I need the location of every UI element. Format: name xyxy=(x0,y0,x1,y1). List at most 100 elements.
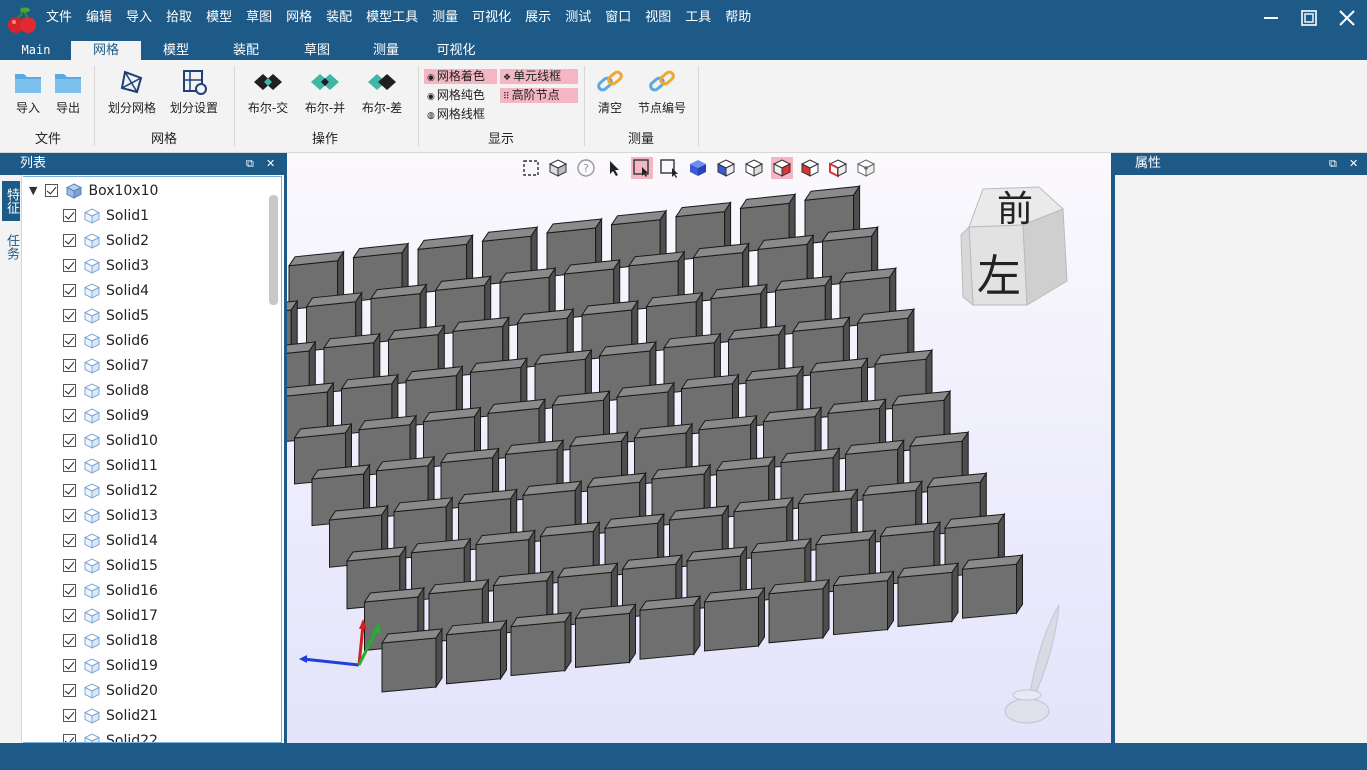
tree-item[interactable]: Solid10 xyxy=(63,428,158,453)
tab-main[interactable]: Main xyxy=(8,41,64,60)
node-number-button[interactable]: 节点编号 xyxy=(636,68,688,116)
view-cube-front[interactable]: 前 xyxy=(997,189,1033,230)
view-orientation-icon[interactable] xyxy=(547,157,569,179)
checkbox[interactable] xyxy=(63,234,76,247)
checkbox[interactable] xyxy=(63,434,76,447)
tree-item[interactable]: Solid5 xyxy=(63,303,149,328)
checkbox[interactable] xyxy=(63,509,76,522)
shaded-edges-icon[interactable] xyxy=(715,157,737,179)
close-panel-icon[interactable]: ✕ xyxy=(266,153,275,175)
menu-view[interactable]: 视图 xyxy=(645,6,671,25)
checkbox[interactable] xyxy=(63,384,76,397)
tree-item[interactable]: Solid12 xyxy=(63,478,158,503)
help-icon[interactable]: ? xyxy=(575,157,597,179)
tree-item[interactable]: Solid13 xyxy=(63,503,158,528)
tab-measure[interactable]: 测量 xyxy=(356,41,416,60)
close-panel-icon[interactable]: ✕ xyxy=(1349,153,1358,175)
mesh-shaded-option[interactable]: ◉ 网格着色 xyxy=(424,69,497,84)
shaded-view-icon[interactable] xyxy=(687,157,709,179)
tree-item[interactable]: Solid16 xyxy=(63,578,158,603)
tree-item[interactable]: Solid8 xyxy=(63,378,149,403)
close-icon[interactable] xyxy=(1335,6,1359,30)
select-vertex-icon[interactable] xyxy=(855,157,877,179)
checkbox[interactable] xyxy=(63,534,76,547)
menu-assembly[interactable]: 装配 xyxy=(326,6,352,25)
select-box-icon[interactable] xyxy=(631,157,653,179)
checkbox[interactable] xyxy=(63,634,76,647)
high-order-node-option[interactable]: ⠿ 高阶节点 xyxy=(500,88,578,103)
checkbox[interactable] xyxy=(63,409,76,422)
tab-sketch[interactable]: 草图 xyxy=(287,41,347,60)
checkbox[interactable] xyxy=(63,609,76,622)
bool-intersect-button[interactable]: 布尔-交 xyxy=(244,68,292,116)
checkbox[interactable] xyxy=(63,684,76,697)
tree-root[interactable]: ▼ Box10x10 xyxy=(29,178,158,203)
tab-model[interactable]: 模型 xyxy=(146,41,206,60)
menu-model-tools[interactable]: 模型工具 xyxy=(366,6,418,25)
export-button[interactable]: 导出 xyxy=(52,68,84,116)
bool-union-button[interactable]: 布尔-并 xyxy=(301,68,349,116)
import-button[interactable]: 导入 xyxy=(12,68,44,116)
divide-mesh-button[interactable]: 划分网格 xyxy=(106,68,158,116)
checkbox[interactable] xyxy=(63,709,76,722)
view-cube-left[interactable]: 左 xyxy=(977,251,1021,302)
tree-item[interactable]: Solid4 xyxy=(63,278,149,303)
mesh-solid[interactable] xyxy=(639,594,701,660)
tree-scrollbar[interactable] xyxy=(269,195,278,305)
mesh-wireframe-option[interactable]: ◍ 网格线框 xyxy=(424,107,497,122)
wireframe-view-icon[interactable] xyxy=(743,157,765,179)
tree-item[interactable]: Solid3 xyxy=(63,253,149,278)
tree-item[interactable]: Solid17 xyxy=(63,603,158,628)
bool-diff-button[interactable]: 布尔-差 xyxy=(358,68,406,116)
checkbox[interactable] xyxy=(63,334,76,347)
tree-item[interactable]: Solid18 xyxy=(63,628,158,653)
menu-file[interactable]: 文件 xyxy=(46,6,72,25)
menu-import[interactable]: 导入 xyxy=(126,6,152,25)
menu-model[interactable]: 模型 xyxy=(206,6,232,25)
menu-help[interactable]: 帮助 xyxy=(725,6,751,25)
pointer-icon[interactable] xyxy=(603,157,625,179)
checkbox[interactable] xyxy=(63,734,76,742)
side-tab-tasks[interactable]: 任务 xyxy=(2,227,20,267)
mesh-settings-button[interactable]: 划分设置 xyxy=(168,68,220,116)
mesh-solid[interactable] xyxy=(897,561,959,627)
mesh-solid[interactable] xyxy=(574,602,637,668)
checkbox[interactable] xyxy=(63,209,76,222)
tree-item[interactable]: Solid21 xyxy=(63,703,158,728)
view-cube[interactable]: 前 左 xyxy=(953,181,1079,311)
mesh-solid[interactable] xyxy=(832,569,895,636)
menu-measure[interactable]: 测量 xyxy=(432,6,458,25)
menu-test[interactable]: 测试 xyxy=(565,6,591,25)
hidden-line-icon[interactable] xyxy=(771,157,793,179)
checkbox[interactable] xyxy=(63,459,76,472)
tree-item[interactable]: Solid22 xyxy=(63,728,158,742)
menu-pick[interactable]: 拾取 xyxy=(166,6,192,25)
checkbox[interactable] xyxy=(63,309,76,322)
tree-item[interactable]: Solid19 xyxy=(63,653,158,678)
menu-window[interactable]: 窗口 xyxy=(605,6,631,25)
tab-visualize[interactable]: 可视化 xyxy=(424,41,488,60)
tab-assembly[interactable]: 装配 xyxy=(216,41,276,60)
tree-item[interactable]: Solid20 xyxy=(63,678,158,703)
checkbox[interactable] xyxy=(63,484,76,497)
mesh-solid[interactable] xyxy=(381,627,443,693)
tree-item[interactable]: Solid15 xyxy=(63,553,158,578)
checkbox[interactable] xyxy=(63,559,76,572)
menu-mesh[interactable]: 网格 xyxy=(286,6,312,25)
3d-viewport[interactable]: ? 前 左 xyxy=(287,153,1111,743)
float-panel-icon[interactable]: ⧉ xyxy=(1329,153,1337,175)
menu-edit[interactable]: 编辑 xyxy=(86,6,112,25)
tree-item[interactable]: Solid7 xyxy=(63,353,149,378)
maximize-icon[interactable] xyxy=(1297,6,1321,30)
clear-button[interactable]: 清空 xyxy=(594,68,626,116)
side-tab-features[interactable]: 特征 xyxy=(2,181,20,221)
select-face-icon[interactable] xyxy=(799,157,821,179)
float-panel-icon[interactable]: ⧉ xyxy=(246,153,254,175)
mesh-solid[interactable] xyxy=(703,586,766,652)
tree-item[interactable]: Solid2 xyxy=(63,228,149,253)
fit-view-icon[interactable] xyxy=(520,157,542,179)
select-solid-icon[interactable] xyxy=(659,157,681,179)
tab-mesh[interactable]: 网格 xyxy=(71,41,141,60)
select-edge-icon[interactable] xyxy=(827,157,849,179)
tree-item[interactable]: Solid11 xyxy=(63,453,158,478)
